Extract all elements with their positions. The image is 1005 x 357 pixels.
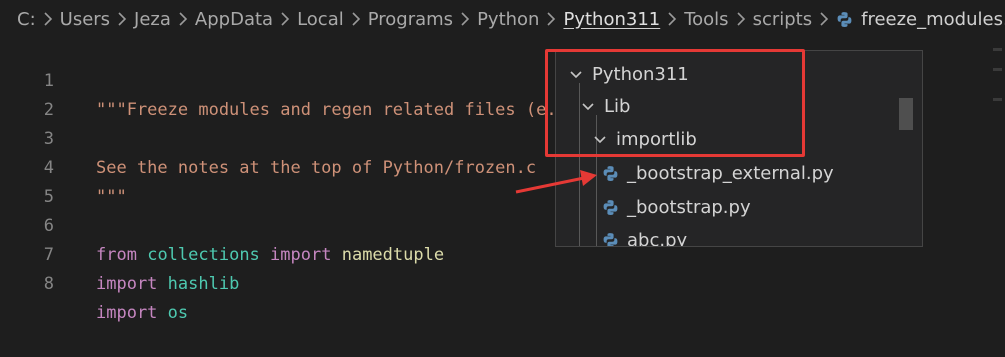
- code-keyword: import: [96, 303, 158, 323]
- chevron-right-icon: [178, 12, 188, 26]
- line-number: 8: [43, 274, 54, 294]
- annotation-highlight-box: [545, 49, 805, 157]
- breadcrumb-item-users[interactable]: Users: [60, 9, 110, 30]
- chevron-right-icon: [667, 12, 677, 26]
- chevron-right-icon: [117, 12, 127, 26]
- tree-item-bootstrap-external[interactable]: _bootstrap_external.py: [556, 157, 922, 189]
- tree-item-bootstrap[interactable]: _bootstrap.py: [556, 191, 922, 223]
- chevron-right-icon: [460, 12, 470, 26]
- chevron-right-icon: [351, 12, 361, 26]
- tree-item-abc[interactable]: abc.py: [556, 224, 922, 247]
- code-text: import hashlib: [96, 270, 239, 299]
- python-icon: [602, 232, 619, 246]
- code-keyword: import: [96, 274, 158, 294]
- breadcrumb-item-appdata[interactable]: AppData: [195, 9, 273, 30]
- chevron-right-icon: [43, 12, 53, 26]
- breadcrumb-item-user[interactable]: Jeza: [134, 9, 171, 30]
- python-icon: [836, 11, 853, 28]
- breadcrumb-item-drive[interactable]: C:: [17, 9, 36, 30]
- chevron-right-icon: [819, 12, 829, 26]
- chevron-right-icon: [280, 12, 290, 26]
- python-icon: [602, 165, 619, 182]
- breadcrumb-item-tools[interactable]: Tools: [684, 9, 728, 30]
- breadcrumb-item-python311[interactable]: Python311: [563, 9, 660, 30]
- breadcrumb-item-local[interactable]: Local: [297, 9, 344, 30]
- code-text: import os: [96, 299, 188, 328]
- python-icon: [602, 199, 619, 216]
- minimap-ruler[interactable]: [990, 38, 1005, 247]
- breadcrumb-file[interactable]: freeze_modules.py: [861, 9, 1005, 30]
- chevron-right-icon: [736, 12, 746, 26]
- code-module: hashlib: [167, 274, 240, 294]
- breadcrumb: C: Users Jeza AppData Local Programs Pyt…: [0, 0, 1005, 38]
- breadcrumb-item-programs[interactable]: Programs: [368, 9, 453, 30]
- tree-item-label: _bootstrap.py: [627, 196, 751, 218]
- dropdown-scrollbar-thumb[interactable]: [899, 98, 913, 130]
- breadcrumb-item-python[interactable]: Python: [477, 9, 539, 30]
- breadcrumb-item-scripts[interactable]: scripts: [753, 9, 813, 30]
- chevron-right-icon: [546, 12, 556, 26]
- code-module: os: [167, 303, 189, 323]
- tree-item-label: abc.py: [627, 229, 688, 247]
- tree-item-label: _bootstrap_external.py: [627, 162, 834, 184]
